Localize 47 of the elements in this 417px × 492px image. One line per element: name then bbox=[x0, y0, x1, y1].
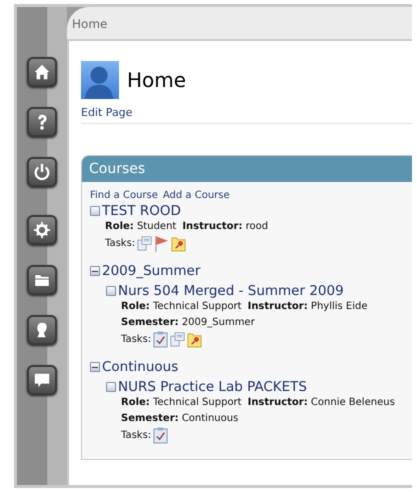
documents-icon[interactable] bbox=[137, 235, 152, 252]
edit-page-link[interactable]: Edit Page bbox=[81, 106, 412, 119]
folder-button[interactable] bbox=[27, 265, 57, 295]
power-button[interactable] bbox=[27, 157, 57, 187]
gear-icon bbox=[33, 221, 51, 239]
tasks-label: Tasks: bbox=[121, 332, 152, 346]
course-detail: Role: Technical Support bbox=[121, 396, 242, 410]
clipboard-check-icon[interactable] bbox=[153, 427, 168, 444]
course-title-link[interactable]: Nurs 504 Merged - Summer 2009 bbox=[118, 283, 344, 299]
home-button[interactable] bbox=[27, 57, 57, 87]
course-detail: Role: Student bbox=[105, 220, 176, 234]
speech-bubble-icon bbox=[33, 371, 51, 389]
semester-group-title: 2009_Summer bbox=[102, 263, 200, 279]
course-detail: Semester: 2009_Summer bbox=[121, 316, 255, 330]
flag-icon[interactable] bbox=[154, 235, 170, 252]
tasks-label: Tasks: bbox=[121, 428, 152, 442]
course-detail: Instructor: Connie Beleneus bbox=[248, 396, 395, 410]
clipboard-check-icon[interactable] bbox=[153, 331, 168, 348]
chat-button[interactable] bbox=[27, 365, 57, 395]
power-icon bbox=[33, 163, 51, 181]
documents-icon[interactable] bbox=[170, 331, 186, 348]
pinned-folder-icon[interactable] bbox=[171, 235, 186, 252]
settings-button[interactable] bbox=[27, 215, 57, 245]
panel-title: Courses bbox=[89, 161, 146, 177]
breadcrumb: Home bbox=[72, 17, 108, 31]
course-bullet-icon bbox=[106, 382, 116, 392]
folder-icon bbox=[33, 271, 51, 289]
help-button[interactable] bbox=[27, 107, 57, 137]
course-detail: Semester: Continuous bbox=[121, 412, 238, 426]
pinned-folder-icon[interactable] bbox=[187, 331, 202, 348]
collapse-toggle-icon[interactable] bbox=[90, 362, 100, 372]
course-link[interactable]: Add a Course bbox=[162, 190, 230, 201]
page-title: Home bbox=[127, 68, 186, 92]
semester-group-title: Continuous bbox=[102, 359, 178, 375]
course-bullet-icon bbox=[90, 206, 100, 216]
avatar-icon bbox=[81, 61, 119, 99]
course-detail: Instructor: Phyllis Eide bbox=[248, 300, 368, 314]
course-title-link[interactable]: TEST ROOD bbox=[102, 203, 181, 219]
profile-button[interactable] bbox=[27, 315, 57, 345]
course-detail: Instructor: rood bbox=[182, 220, 268, 234]
collapse-toggle-icon[interactable] bbox=[90, 266, 100, 276]
course-link[interactable]: Find a Course bbox=[90, 190, 158, 201]
tasks-label: Tasks: bbox=[105, 236, 136, 250]
house-icon bbox=[33, 63, 51, 81]
course-title-link[interactable]: NURS Practice Lab PACKETS bbox=[118, 379, 307, 395]
course-bullet-icon bbox=[106, 286, 116, 296]
course-detail: Role: Technical Support bbox=[121, 300, 242, 314]
